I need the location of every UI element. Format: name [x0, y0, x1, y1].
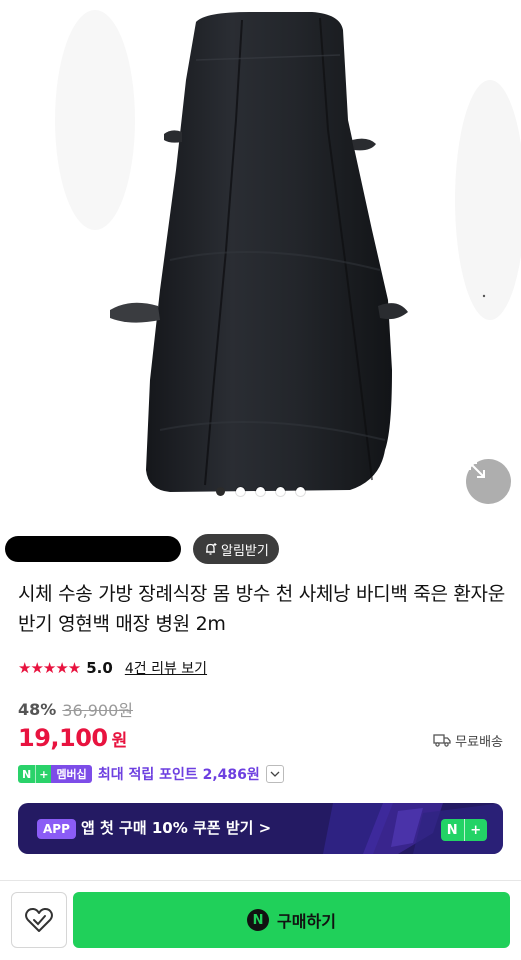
- max-point-text: 최대 적립 포인트 2,486원: [97, 767, 260, 783]
- carousel-dot[interactable]: [276, 487, 285, 496]
- notify-label: 알림받기: [221, 543, 269, 559]
- naver-n-icon: N: [247, 909, 270, 931]
- notify-button[interactable]: 알림받기: [193, 534, 279, 564]
- rating-row: ★★★★★ 5.0 4건 리뷰 보기: [18, 657, 207, 679]
- app-coupon-text: 앱 첫 구매 10% 쿠폰 받기 >: [81, 819, 272, 837]
- carousel-dot[interactable]: [296, 487, 305, 496]
- wishlist-button[interactable]: [11, 892, 67, 948]
- bottom-action-bar: N 구매하기: [0, 880, 521, 960]
- seller-row: 알림받기: [5, 534, 515, 564]
- sale-price: 19,100: [18, 724, 108, 752]
- bell-plus-icon: [206, 543, 217, 555]
- seller-name-redacted[interactable]: [5, 536, 181, 562]
- badge-plus: +: [463, 819, 487, 841]
- body-bag-illustration: [55, 10, 521, 492]
- rating-value: 5.0: [86, 659, 113, 677]
- expand-arrows-icon: [469, 462, 485, 478]
- badge-plus: +: [35, 765, 52, 783]
- shipping-info: 무료배송: [433, 729, 503, 751]
- currency-unit: 원: [111, 731, 128, 751]
- original-price: 36,900원: [62, 701, 134, 720]
- naver-plus-membership-badge: N + 멤버십: [18, 765, 92, 783]
- discount-row: 48% 36,900원: [18, 698, 134, 721]
- price-row: 19,100 원: [18, 724, 127, 758]
- shipping-label: 무료배송: [455, 734, 503, 750]
- heart-check-icon: [25, 907, 53, 932]
- membership-point-row[interactable]: N + 멤버십 최대 적립 포인트 2,486원: [18, 763, 284, 785]
- badge-n: N: [441, 819, 464, 841]
- carousel-dot[interactable]: [216, 487, 225, 496]
- buy-button[interactable]: N 구매하기: [73, 892, 510, 948]
- badge-member: 멤버십: [51, 765, 92, 783]
- star-rating-icon: ★★★★★: [18, 659, 81, 677]
- carousel-dot[interactable]: [256, 487, 265, 496]
- product-title: 시체 수송 가방 장례식장 몸 방수 천 사체낭 바디백 죽은 환자운반기 영현…: [18, 583, 505, 635]
- point-dropdown-button[interactable]: [265, 765, 284, 783]
- app-coupon-banner[interactable]: APP 앱 첫 구매 10% 쿠폰 받기 > N +: [18, 803, 503, 854]
- truck-icon: [433, 734, 451, 747]
- carousel-indicator: [0, 487, 521, 496]
- review-link[interactable]: 4건 리뷰 보기: [125, 658, 207, 678]
- chevron-down-icon: [270, 771, 280, 777]
- carousel-dot[interactable]: [236, 487, 245, 496]
- badge-n: N: [18, 765, 36, 783]
- product-image[interactable]: [0, 0, 521, 513]
- buy-label: 구매하기: [277, 912, 336, 931]
- expand-image-button[interactable]: [466, 459, 511, 504]
- discount-rate: 48%: [18, 699, 57, 719]
- app-tag: APP: [37, 819, 76, 839]
- naver-plus-badge: N +: [441, 819, 487, 841]
